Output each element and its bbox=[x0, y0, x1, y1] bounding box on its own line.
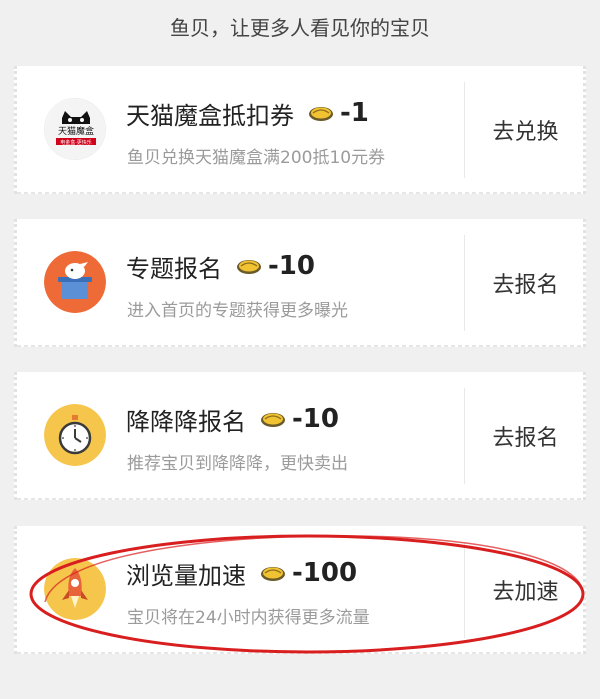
card-description: 推荐宝贝到降降降，更快卖出 bbox=[127, 454, 348, 474]
card-title: 天猫魔盒抵扣券 bbox=[126, 101, 294, 130]
stopwatch-icon bbox=[44, 404, 106, 466]
shell-coin-icon bbox=[260, 564, 286, 582]
page-header: 鱼贝，让更多人看见你的宝贝 bbox=[170, 16, 430, 40]
tmall-logo-text: 天猫魔盒 bbox=[58, 125, 94, 137]
rocket-icon bbox=[44, 558, 106, 620]
card-price-drop-signup: 降降降报名 -10 推荐宝贝到降降降，更快卖出 去报名 bbox=[14, 372, 586, 500]
card-title: 浏览量加速 bbox=[126, 561, 246, 590]
exchange-button[interactable]: 去兑换 bbox=[465, 66, 586, 194]
cost-label: -100 bbox=[292, 558, 358, 588]
cost-label: -10 bbox=[292, 404, 339, 434]
card-description: 鱼贝兑换天猫魔盒满200抵10元券 bbox=[127, 148, 386, 168]
signup-button[interactable]: 去报名 bbox=[465, 372, 586, 500]
shell-coin-icon bbox=[236, 257, 262, 275]
cost-label: -10 bbox=[268, 251, 315, 281]
boost-button[interactable]: 去加速 bbox=[465, 526, 586, 654]
card-tmall-voucher: 天猫魔盒 电金盒·更快乐 天猫魔盒抵扣券 -1 鱼贝兑换天猫魔盒满200抵10元… bbox=[14, 66, 586, 194]
card-description: 宝贝将在24小时内获得更多流量 bbox=[127, 608, 370, 628]
tmall-box-icon: 天猫魔盒 电金盒·更快乐 bbox=[44, 98, 106, 160]
signup-button[interactable]: 去报名 bbox=[465, 219, 586, 347]
shell-coin-icon bbox=[260, 410, 286, 428]
card-topic-signup: 专题报名 -10 进入首页的专题获得更多曝光 去报名 bbox=[14, 219, 586, 347]
magic-hat-icon bbox=[44, 251, 106, 313]
card-title: 降降降报名 bbox=[126, 407, 246, 436]
cost-label: -1 bbox=[340, 98, 369, 128]
card-title: 专题报名 bbox=[126, 254, 222, 283]
card-view-boost: 浏览量加速 -100 宝贝将在24小时内获得更多流量 去加速 bbox=[14, 526, 586, 654]
shell-coin-icon bbox=[308, 104, 334, 122]
tmall-logo-slogan: 电金盒·更快乐 bbox=[60, 139, 92, 146]
card-description: 进入首页的专题获得更多曝光 bbox=[127, 301, 348, 321]
